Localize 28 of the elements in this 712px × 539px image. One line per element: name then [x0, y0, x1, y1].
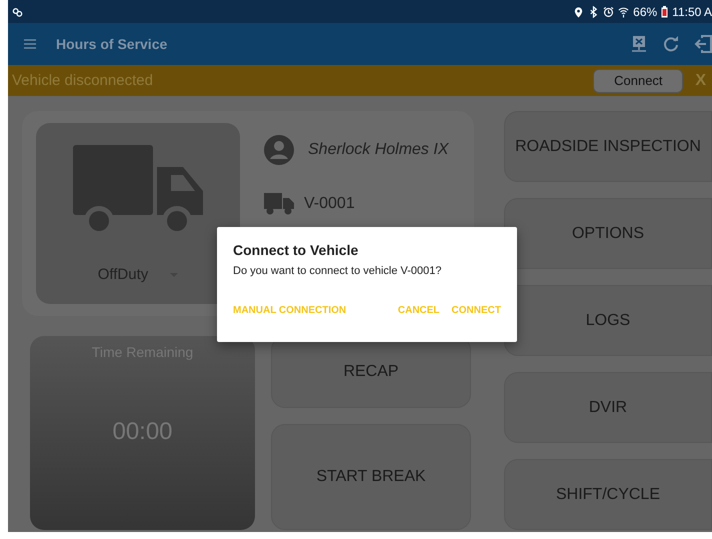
dialog-action-button[interactable]: CONNECT	[452, 305, 501, 316]
logout-icon[interactable]	[694, 35, 712, 54]
menu-button[interactable]: SHIFT/CYCLE	[504, 459, 712, 530]
menu-icon[interactable]	[24, 39, 36, 50]
dialog-action-button[interactable]: MANUAL CONNECTION	[233, 305, 346, 316]
bluetooth-icon	[588, 6, 600, 18]
menu-button[interactable]: ROADSIDE INSPECTION	[504, 111, 712, 182]
menu-button[interactable]: OPTIONS	[504, 198, 712, 269]
battery-icon	[661, 6, 668, 18]
dialog-title: Connect to Vehicle	[233, 242, 360, 258]
dialog-action-button[interactable]: CANCEL	[398, 305, 440, 316]
battery-percent: 66%	[633, 4, 658, 19]
connect-button[interactable]: Connect	[593, 68, 684, 93]
clock-time: 11:50 A	[672, 4, 712, 19]
location-pin-icon	[573, 6, 584, 18]
wifi-icon	[618, 6, 630, 18]
person-icon	[264, 135, 294, 165]
refresh-icon[interactable]	[662, 35, 680, 54]
driver-name: Sherlock Holmes IX	[308, 141, 448, 159]
app-title: Hours of Service	[56, 36, 168, 52]
alarm-clock-icon	[603, 6, 614, 18]
vehicle-id: V-0001	[304, 195, 355, 213]
dialog-message: Do you want to connect to vehicle V-0001?	[233, 265, 443, 277]
truck-icon	[264, 193, 294, 215]
disconnected-device-icon[interactable]	[630, 35, 648, 54]
menu-button[interactable]: LOGS	[504, 285, 712, 356]
menu-button[interactable]: DVIR	[504, 372, 712, 443]
action-button[interactable]: START BREAK	[271, 424, 471, 530]
